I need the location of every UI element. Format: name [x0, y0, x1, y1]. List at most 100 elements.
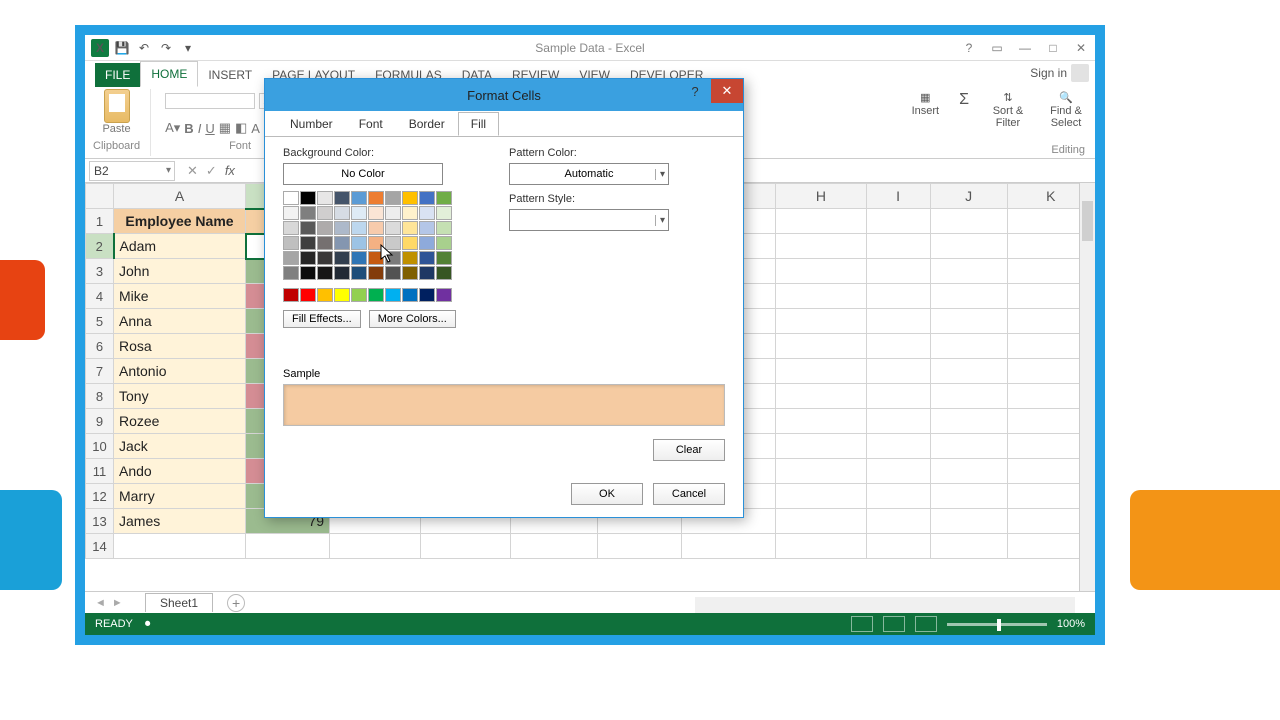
cell[interactable] — [930, 359, 1007, 384]
cell[interactable] — [866, 234, 930, 259]
tab-home[interactable]: HOME — [140, 61, 198, 87]
cell[interactable] — [930, 384, 1007, 409]
cell[interactable] — [776, 259, 867, 284]
color-swatch[interactable] — [300, 288, 316, 302]
cell[interactable]: Rozee — [114, 409, 246, 434]
col-header[interactable]: I — [866, 184, 930, 209]
cell[interactable] — [866, 384, 930, 409]
color-swatch[interactable] — [436, 206, 452, 220]
underline-icon[interactable]: U — [205, 121, 214, 136]
color-swatch[interactable] — [419, 191, 435, 205]
color-swatch[interactable] — [317, 206, 333, 220]
border-icon[interactable]: ▦ — [219, 120, 231, 136]
sign-in[interactable]: Sign in — [1030, 64, 1089, 82]
color-swatch[interactable] — [385, 221, 401, 235]
cell[interactable] — [776, 534, 867, 559]
cell[interactable] — [930, 309, 1007, 334]
cancel-button[interactable]: Cancel — [653, 483, 725, 505]
cell[interactable]: Employee Name — [114, 209, 246, 234]
cell[interactable] — [776, 384, 867, 409]
col-header[interactable]: J — [930, 184, 1007, 209]
no-color-button[interactable]: No Color — [283, 163, 443, 185]
cell[interactable] — [776, 284, 867, 309]
color-swatch[interactable] — [385, 206, 401, 220]
cell[interactable] — [866, 284, 930, 309]
find-select[interactable]: 🔍Find & Select — [1047, 91, 1085, 129]
cell[interactable] — [776, 459, 867, 484]
row-header[interactable]: 7 — [86, 359, 114, 384]
cell[interactable] — [930, 259, 1007, 284]
qat-customize-icon[interactable]: ▾ — [179, 39, 197, 57]
cell[interactable] — [866, 509, 930, 534]
color-swatch[interactable] — [317, 288, 333, 302]
bold-icon[interactable]: B — [184, 121, 193, 136]
color-swatch[interactable] — [402, 206, 418, 220]
color-swatch[interactable] — [368, 236, 384, 250]
color-swatch[interactable] — [385, 191, 401, 205]
cell[interactable]: John — [114, 259, 246, 284]
select-all[interactable] — [86, 184, 114, 209]
color-swatch[interactable] — [351, 251, 367, 265]
zoom-level[interactable]: 100% — [1057, 618, 1085, 630]
cell[interactable] — [776, 334, 867, 359]
tab-fill[interactable]: Fill — [458, 112, 499, 136]
color-swatch[interactable] — [300, 206, 316, 220]
zoom-slider[interactable] — [947, 623, 1047, 626]
qat-redo-icon[interactable]: ↷ — [157, 39, 175, 57]
cell[interactable] — [776, 309, 867, 334]
color-swatch[interactable] — [385, 236, 401, 250]
col-header[interactable]: H — [776, 184, 867, 209]
color-swatch[interactable] — [317, 221, 333, 235]
color-swatch[interactable] — [402, 288, 418, 302]
row-header[interactable]: 14 — [86, 534, 114, 559]
color-swatch[interactable] — [317, 266, 333, 280]
cell[interactable] — [930, 284, 1007, 309]
cell[interactable]: Jack — [114, 434, 246, 459]
help-icon[interactable]: ? — [955, 38, 983, 58]
tab-border[interactable]: Border — [396, 112, 458, 136]
color-swatch[interactable] — [317, 191, 333, 205]
color-swatch[interactable] — [351, 191, 367, 205]
fx-icon[interactable]: fx — [225, 163, 235, 179]
pattern-color-dropdown[interactable]: Automatic — [509, 163, 669, 185]
row-header[interactable]: 1 — [86, 209, 114, 234]
tab-font[interactable]: Font — [346, 112, 396, 136]
color-swatch[interactable] — [436, 221, 452, 235]
horizontal-scrollbar[interactable] — [695, 597, 1075, 613]
font-name-combo[interactable] — [165, 93, 255, 109]
cell[interactable] — [866, 209, 930, 234]
cell[interactable] — [776, 484, 867, 509]
cell[interactable] — [114, 534, 246, 559]
color-swatch[interactable] — [368, 191, 384, 205]
color-swatch[interactable] — [419, 288, 435, 302]
color-swatch[interactable] — [402, 266, 418, 280]
sheet-nav-next-icon[interactable]: ► — [112, 597, 123, 609]
decrease-font-icon[interactable]: A▾ — [165, 120, 180, 136]
color-swatch[interactable] — [351, 266, 367, 280]
font-color-icon[interactable]: A — [251, 121, 260, 136]
row-header[interactable]: 13 — [86, 509, 114, 534]
row-header[interactable]: 8 — [86, 384, 114, 409]
cell[interactable] — [866, 484, 930, 509]
row-header[interactable]: 6 — [86, 334, 114, 359]
cell[interactable] — [866, 334, 930, 359]
color-swatch[interactable] — [283, 251, 299, 265]
tab-number[interactable]: Number — [277, 112, 346, 136]
color-swatch[interactable] — [334, 266, 350, 280]
dialog-help-icon[interactable]: ? — [679, 79, 711, 103]
color-swatch[interactable] — [419, 206, 435, 220]
clear-button[interactable]: Clear — [653, 439, 725, 461]
color-swatch[interactable] — [368, 221, 384, 235]
cell[interactable]: Marry — [114, 484, 246, 509]
color-swatch[interactable] — [334, 191, 350, 205]
cell[interactable] — [930, 434, 1007, 459]
color-swatch[interactable] — [351, 236, 367, 250]
row-header[interactable]: 2 — [86, 234, 114, 259]
color-swatch[interactable] — [402, 236, 418, 250]
cell[interactable] — [930, 334, 1007, 359]
cell[interactable] — [776, 209, 867, 234]
row-header[interactable]: 11 — [86, 459, 114, 484]
pattern-style-dropdown[interactable] — [509, 209, 669, 231]
cell[interactable] — [866, 409, 930, 434]
close-icon[interactable]: ✕ — [1067, 38, 1095, 58]
